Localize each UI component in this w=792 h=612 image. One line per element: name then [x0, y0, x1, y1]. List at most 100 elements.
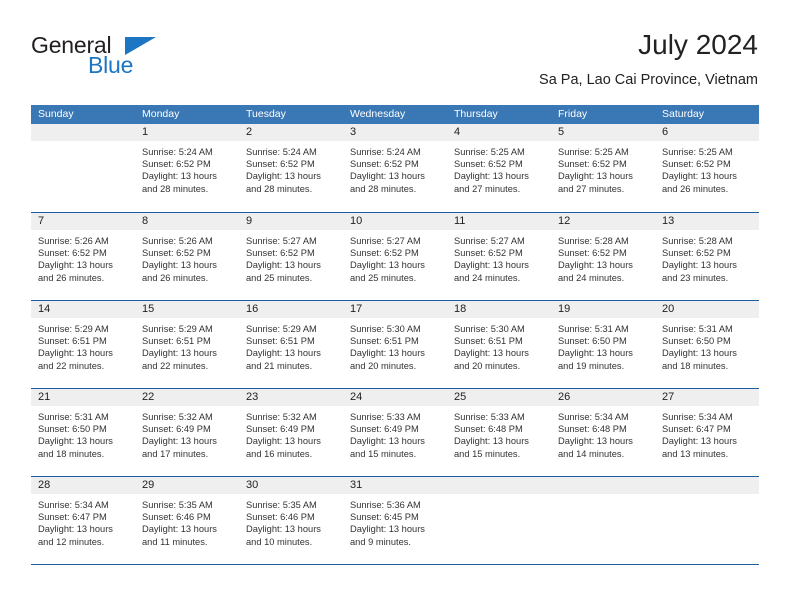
- daylight-text-line2: and 28 minutes.: [142, 183, 209, 194]
- day-cell[interactable]: 2 Sunrise: 5:24 AM Sunset: 6:52 PM Daylight…: [239, 124, 343, 212]
- day-number: 12: [551, 213, 655, 230]
- daylight-text-line2: and 20 minutes.: [454, 360, 521, 371]
- day-cell-empty: [447, 477, 551, 564]
- sunset-text: Sunset: 6:51 PM: [350, 336, 419, 347]
- daylight-text-line2: and 24 minutes.: [558, 272, 625, 283]
- day-number: 23: [239, 389, 343, 406]
- daylight-text-line2: and 26 minutes.: [662, 183, 729, 194]
- day-cell[interactable]: 5 Sunrise: 5:25 AM Sunset: 6:52 PM Daylight…: [551, 124, 655, 212]
- day-cell[interactable]: 30 Sunrise: 5:35 AM Sunset: 6:46 PM Dayligh…: [239, 477, 343, 564]
- day-cell[interactable]: 23 Sunrise: 5:32 AM Sunset: 6:49 PM Dayligh…: [239, 389, 343, 476]
- day-number: 31: [343, 477, 447, 494]
- daylight-text-line2: and 18 minutes.: [38, 448, 105, 459]
- sunrise-text: Sunrise: 5:25 AM: [662, 147, 733, 157]
- daylight-text-line1: Daylight: 13 hours: [142, 348, 217, 359]
- daylight-text-line1: Daylight: 13 hours: [662, 348, 737, 359]
- day-number: [31, 124, 135, 141]
- daylight-text-line1: Daylight: 13 hours: [246, 348, 321, 359]
- sunrise-text: Sunrise: 5:30 AM: [350, 324, 421, 334]
- day-cell[interactable]: 14 Sunrise: 5:29 AM Sunset: 6:51 PM Dayligh…: [31, 301, 135, 388]
- day-cell[interactable]: 1 Sunrise: 5:24 AM Sunset: 6:52 PM Daylight…: [135, 124, 239, 212]
- sunrise-text: Sunrise: 5:29 AM: [246, 324, 317, 334]
- day-cell[interactable]: 29 Sunrise: 5:35 AM Sunset: 6:46 PM Dayligh…: [135, 477, 239, 564]
- day-number: 4: [447, 124, 551, 141]
- sunset-text: Sunset: 6:52 PM: [662, 159, 731, 170]
- daylight-text-line2: and 20 minutes.: [350, 360, 417, 371]
- day-cell[interactable]: 19 Sunrise: 5:31 AM Sunset: 6:50 PM Dayligh…: [551, 301, 655, 388]
- day-number: 5: [551, 124, 655, 141]
- day-cell[interactable]: 13 Sunrise: 5:28 AM Sunset: 6:52 PM Dayligh…: [655, 213, 759, 300]
- day-cell[interactable]: 17 Sunrise: 5:30 AM Sunset: 6:51 PM Dayligh…: [343, 301, 447, 388]
- day-cell-empty: [551, 477, 655, 564]
- day-cell[interactable]: 12 Sunrise: 5:28 AM Sunset: 6:52 PM Dayligh…: [551, 213, 655, 300]
- day-cell[interactable]: 24 Sunrise: 5:33 AM Sunset: 6:49 PM Dayligh…: [343, 389, 447, 476]
- day-details: Sunrise: 5:25 AM Sunset: 6:52 PM Daylight:…: [551, 141, 655, 195]
- day-number: 8: [135, 213, 239, 230]
- sunset-text: Sunset: 6:50 PM: [662, 336, 731, 347]
- sunrise-text: Sunrise: 5:35 AM: [142, 500, 213, 510]
- day-cell[interactable]: 21 Sunrise: 5:31 AM Sunset: 6:50 PM Dayligh…: [31, 389, 135, 476]
- day-cell[interactable]: 3 Sunrise: 5:24 AM Sunset: 6:52 PM Daylight…: [343, 124, 447, 212]
- day-details: Sunrise: 5:36 AM Sunset: 6:45 PM Daylight:…: [343, 494, 447, 548]
- sunset-text: Sunset: 6:51 PM: [142, 336, 211, 347]
- day-cell[interactable]: 11 Sunrise: 5:27 AM Sunset: 6:52 PM Dayligh…: [447, 213, 551, 300]
- day-cell[interactable]: 20 Sunrise: 5:31 AM Sunset: 6:50 PM Dayligh…: [655, 301, 759, 388]
- day-cell[interactable]: 25 Sunrise: 5:33 AM Sunset: 6:48 PM Dayligh…: [447, 389, 551, 476]
- day-number: [655, 477, 759, 494]
- daylight-text-line2: and 25 minutes.: [350, 272, 417, 283]
- weekday-header-tuesday: Tuesday: [246, 108, 286, 120]
- day-cell[interactable]: 31 Sunrise: 5:36 AM Sunset: 6:45 PM Dayligh…: [343, 477, 447, 564]
- sunset-text: Sunset: 6:52 PM: [454, 159, 523, 170]
- sunset-text: Sunset: 6:52 PM: [558, 159, 627, 170]
- daylight-text-line2: and 13 minutes.: [662, 448, 729, 459]
- day-cell[interactable]: 9 Sunrise: 5:27 AM Sunset: 6:52 PM Daylight…: [239, 213, 343, 300]
- day-cell[interactable]: 10 Sunrise: 5:27 AM Sunset: 6:52 PM Dayligh…: [343, 213, 447, 300]
- day-cell[interactable]: 6 Sunrise: 5:25 AM Sunset: 6:52 PM Daylight…: [655, 124, 759, 212]
- daylight-text-line1: Daylight: 13 hours: [38, 348, 113, 359]
- daylight-text-line2: and 10 minutes.: [246, 536, 313, 547]
- day-cell[interactable]: 7 Sunrise: 5:26 AM Sunset: 6:52 PM Daylight…: [31, 213, 135, 300]
- day-details: Sunrise: 5:26 AM Sunset: 6:52 PM Daylight:…: [135, 230, 239, 284]
- day-cell[interactable]: 27 Sunrise: 5:34 AM Sunset: 6:47 PM Dayligh…: [655, 389, 759, 476]
- day-cell[interactable]: 28 Sunrise: 5:34 AM Sunset: 6:47 PM Dayligh…: [31, 477, 135, 564]
- day-cell[interactable]: 18 Sunrise: 5:30 AM Sunset: 6:51 PM Dayligh…: [447, 301, 551, 388]
- day-cell[interactable]: 8 Sunrise: 5:26 AM Sunset: 6:52 PM Daylight…: [135, 213, 239, 300]
- sunset-text: Sunset: 6:45 PM: [350, 512, 419, 523]
- daylight-text-line1: Daylight: 13 hours: [350, 171, 425, 182]
- day-details: Sunrise: 5:34 AM Sunset: 6:48 PM Daylight:…: [551, 406, 655, 460]
- day-cell[interactable]: 26 Sunrise: 5:34 AM Sunset: 6:48 PM Dayligh…: [551, 389, 655, 476]
- day-number: 15: [135, 301, 239, 318]
- daylight-text-line2: and 28 minutes.: [246, 183, 313, 194]
- daylight-text-line1: Daylight: 13 hours: [38, 260, 113, 271]
- general-blue-logo[interactable]: General Blue: [31, 32, 201, 88]
- day-cell-empty: [655, 477, 759, 564]
- day-number: 19: [551, 301, 655, 318]
- sunrise-text: Sunrise: 5:32 AM: [142, 412, 213, 422]
- day-cell[interactable]: 15 Sunrise: 5:29 AM Sunset: 6:51 PM Dayligh…: [135, 301, 239, 388]
- day-number: [447, 477, 551, 494]
- sunset-text: Sunset: 6:52 PM: [246, 248, 315, 259]
- day-details: Sunrise: 5:30 AM Sunset: 6:51 PM Daylight:…: [447, 318, 551, 372]
- daylight-text-line1: Daylight: 13 hours: [246, 524, 321, 535]
- day-details: Sunrise: 5:31 AM Sunset: 6:50 PM Daylight:…: [655, 318, 759, 372]
- day-details: Sunrise: 5:30 AM Sunset: 6:51 PM Daylight:…: [343, 318, 447, 372]
- day-cell[interactable]: 16 Sunrise: 5:29 AM Sunset: 6:51 PM Dayligh…: [239, 301, 343, 388]
- day-cell[interactable]: 22 Sunrise: 5:32 AM Sunset: 6:49 PM Dayligh…: [135, 389, 239, 476]
- day-details: Sunrise: 5:34 AM Sunset: 6:47 PM Daylight:…: [31, 494, 135, 548]
- day-number: 30: [239, 477, 343, 494]
- day-details: Sunrise: 5:28 AM Sunset: 6:52 PM Daylight:…: [655, 230, 759, 284]
- daylight-text-line1: Daylight: 13 hours: [350, 260, 425, 271]
- daylight-text-line1: Daylight: 13 hours: [38, 524, 113, 535]
- sunset-text: Sunset: 6:52 PM: [558, 248, 627, 259]
- day-number: 11: [447, 213, 551, 230]
- calendar-week-row: 7 Sunrise: 5:26 AM Sunset: 6:52 PM Daylight…: [31, 212, 759, 300]
- sunrise-text: Sunrise: 5:34 AM: [38, 500, 109, 510]
- daylight-text-line1: Daylight: 13 hours: [350, 348, 425, 359]
- sunrise-text: Sunrise: 5:28 AM: [662, 236, 733, 246]
- sunrise-text: Sunrise: 5:27 AM: [246, 236, 317, 246]
- weekday-header-saturday: Saturday: [662, 108, 705, 120]
- day-number: 26: [551, 389, 655, 406]
- day-number: 1: [135, 124, 239, 141]
- day-cell[interactable]: 4 Sunrise: 5:25 AM Sunset: 6:52 PM Daylight…: [447, 124, 551, 212]
- sunrise-text: Sunrise: 5:31 AM: [38, 412, 109, 422]
